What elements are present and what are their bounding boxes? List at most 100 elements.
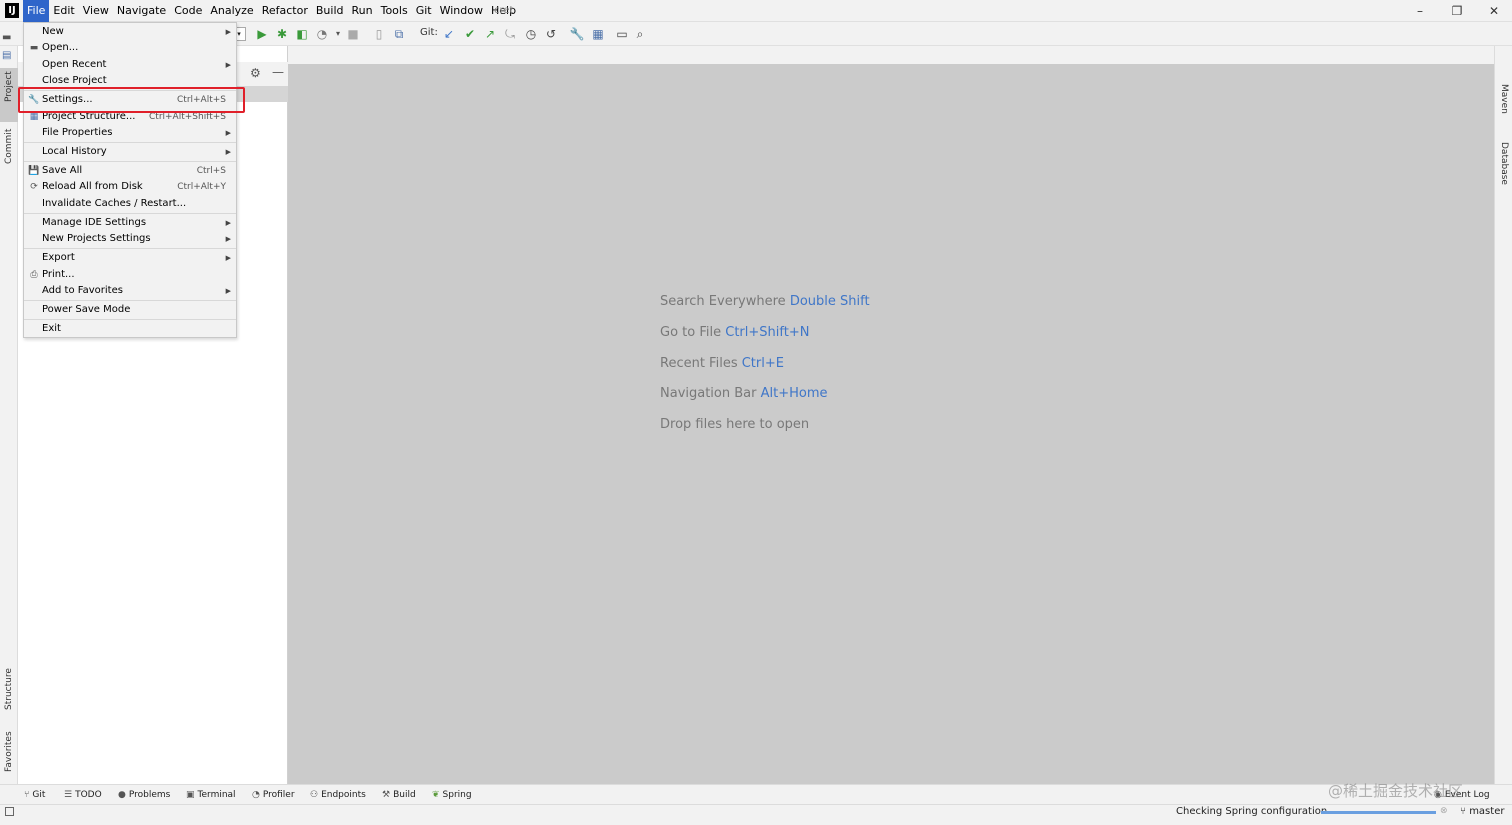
- background-task-progress: [1321, 811, 1436, 814]
- editor-empty-area[interactable]: Search Everywhere Double Shift Go to Fil…: [288, 64, 1494, 784]
- menu-items: File Edit View Navigate Code Analyze Ref…: [23, 0, 520, 22]
- menu-item-print[interactable]: ⎙ Print...: [24, 267, 236, 283]
- menu-code[interactable]: Code: [170, 0, 206, 22]
- menu-git[interactable]: Git: [412, 0, 436, 22]
- reload-icon: ⟳: [30, 182, 38, 192]
- wrench-icon[interactable]: 🔧: [569, 26, 585, 42]
- hint-search-everywhere: Search Everywhere Double Shift: [660, 294, 870, 309]
- menu-build[interactable]: Build: [312, 0, 348, 22]
- project-structure-icon[interactable]: ▤: [2, 50, 11, 61]
- menu-item-invalidate-caches[interactable]: Invalidate Caches / Restart...: [24, 196, 236, 212]
- menu-item-manage-ide-settings[interactable]: Manage IDE Settings ▶: [24, 215, 236, 231]
- git-commit-icon[interactable]: ✔: [462, 26, 478, 42]
- menu-run[interactable]: Run: [348, 0, 377, 22]
- debug-icon[interactable]: ✱: [274, 26, 290, 42]
- tool-tab-problems[interactable]: ● Problems: [118, 785, 170, 805]
- tool-tab-profiler[interactable]: ◔ Profiler: [252, 785, 295, 805]
- history-icon[interactable]: ◷: [523, 26, 539, 42]
- tool-tab-endpoints[interactable]: ⚇ Endpoints: [310, 785, 366, 805]
- hint-drop-files: Drop files here to open: [660, 417, 810, 432]
- minimize-button[interactable]: –: [1402, 0, 1438, 22]
- project-name: cret: [494, 5, 514, 16]
- folder-icon: ▬: [29, 43, 39, 53]
- menu-view[interactable]: View: [79, 0, 113, 22]
- menu-item-new[interactable]: New ▶: [24, 24, 236, 40]
- print-icon: ⎙: [30, 270, 38, 280]
- tool-tab-todo[interactable]: ☰ TODO: [64, 785, 102, 805]
- tool-tab-git[interactable]: ⑂ Git: [24, 785, 45, 805]
- menu-window[interactable]: Window: [436, 0, 487, 22]
- cancel-task-icon[interactable]: ⊗: [1440, 806, 1448, 816]
- close-window-button[interactable]: ✕: [1476, 0, 1512, 22]
- menu-separator: [24, 161, 236, 162]
- tool-tab-terminal[interactable]: ▣ Terminal: [186, 785, 236, 805]
- terminal-icon: ▣: [186, 790, 195, 800]
- git-label: Git:: [420, 27, 438, 38]
- menu-bar: IJ File Edit View Navigate Code Analyze …: [0, 0, 1512, 22]
- git-revert-icon[interactable]: ⤿: [502, 26, 518, 42]
- profile-icon[interactable]: ◔: [314, 26, 330, 42]
- menu-item-add-to-favorites[interactable]: Add to Favorites ▶: [24, 283, 236, 299]
- menu-item-export[interactable]: Export ▶: [24, 250, 236, 266]
- undo-icon[interactable]: ↺: [543, 26, 559, 42]
- settings-highlight-box: [18, 87, 245, 113]
- folder-icon[interactable]: ▬: [2, 32, 11, 43]
- menu-item-reload-all[interactable]: ⟳ Reload All from Disk Ctrl+Alt+Y: [24, 179, 236, 195]
- editor-tab-strip: [288, 46, 1494, 64]
- menu-file[interactable]: File: [23, 0, 50, 22]
- spring-leaf-icon: ❦: [432, 790, 440, 800]
- profile-dropdown-icon[interactable]: ▾: [330, 26, 346, 42]
- tool-tab-spring[interactable]: ❦ Spring: [432, 785, 472, 805]
- profiler-icon: ◔: [252, 790, 260, 800]
- git-update-icon[interactable]: ↙: [441, 26, 457, 42]
- menu-separator: [24, 142, 236, 143]
- git-push-icon[interactable]: ↗: [482, 26, 498, 42]
- menu-separator: [24, 213, 236, 214]
- stop-icon[interactable]: ■: [345, 26, 361, 42]
- menu-edit[interactable]: Edit: [49, 0, 78, 22]
- gear-icon[interactable]: ⚙: [250, 66, 261, 80]
- git-branch-icon: ⑂: [24, 790, 30, 800]
- build-icon[interactable]: ▯: [371, 26, 387, 42]
- tool-window-commit[interactable]: Commit: [0, 129, 18, 208]
- menu-item-local-history[interactable]: Local History ▶: [24, 144, 236, 160]
- menu-item-open-recent[interactable]: Open Recent ▶: [24, 57, 236, 73]
- menu-refactor[interactable]: Refactor: [258, 0, 312, 22]
- menu-tools[interactable]: Tools: [377, 0, 412, 22]
- menu-separator: [24, 319, 236, 320]
- menu-item-power-save-mode[interactable]: Power Save Mode: [24, 302, 236, 318]
- search-icon[interactable]: ⌕: [632, 26, 648, 42]
- endpoints-icon: ⚇: [310, 790, 319, 800]
- menu-navigate[interactable]: Navigate: [113, 0, 170, 22]
- project-search-icon[interactable]: ⧉: [391, 26, 407, 42]
- status-bar: Checking Spring configuration ⊗ ⑂ master: [0, 804, 1512, 825]
- tool-tab-build[interactable]: ⚒ Build: [382, 785, 416, 805]
- git-branch-widget[interactable]: ⑂ master: [1460, 805, 1504, 819]
- menu-item-file-properties[interactable]: File Properties ▶: [24, 125, 236, 141]
- hint-recent-files: Recent Files Ctrl+E: [660, 356, 784, 371]
- menu-item-open[interactable]: ▬ Open...: [24, 40, 236, 56]
- hint-go-to-file: Go to File Ctrl+Shift+N: [660, 325, 810, 340]
- menu-separator: [24, 248, 236, 249]
- hide-panel-icon[interactable]: —: [272, 65, 284, 79]
- list-icon: ☰: [64, 790, 73, 800]
- menu-analyze[interactable]: Analyze: [206, 0, 257, 22]
- toggle-tool-windows-icon[interactable]: [5, 807, 14, 816]
- menu-item-exit[interactable]: Exit: [24, 321, 236, 337]
- menu-item-save-all[interactable]: 💾 Save All Ctrl+S: [24, 163, 236, 179]
- bottom-tool-bar: ⑂ Git ☰ TODO ● Problems ▣ Terminal ◔ Profiler…: [0, 784, 1512, 804]
- right-tool-stripe: Maven Database: [1494, 46, 1512, 784]
- menu-separator: [24, 300, 236, 301]
- project-structure-icon[interactable]: ▦: [590, 26, 606, 42]
- status-text: Checking Spring configuration: [1176, 806, 1328, 817]
- intellij-logo-icon: IJ: [5, 3, 19, 18]
- file-menu-dropdown: New ▶ ▬ Open... Open Recent ▶ Close Project…: [23, 22, 237, 338]
- menu-item-new-projects-settings[interactable]: New Projects Settings ▶: [24, 231, 236, 247]
- coverage-icon[interactable]: ◧: [294, 26, 310, 42]
- run-icon[interactable]: ▶: [254, 26, 270, 42]
- layout-icon[interactable]: ▭: [614, 26, 630, 42]
- problems-icon: ●: [118, 790, 126, 800]
- restore-button[interactable]: ❐: [1439, 0, 1475, 22]
- hint-navigation-bar: Navigation Bar Alt+Home: [660, 386, 828, 401]
- left-tool-stripe: ▬ ▤ Project Commit Structure Favorites: [0, 32, 18, 784]
